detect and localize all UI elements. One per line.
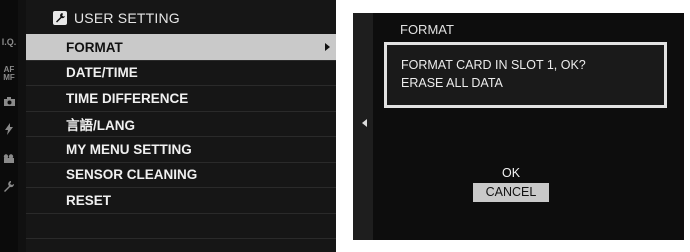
chevron-right-icon (325, 43, 330, 52)
format-dialog-screen: FORMAT FORMAT CARD IN SLOT 1, OK? ERASE … (353, 13, 684, 240)
menu-item-time-difference[interactable]: TIME DIFFERENCE (26, 85, 336, 111)
menu-item-format[interactable]: FORMAT (26, 34, 336, 60)
image-quality-tab-label: I.Q. (1, 37, 17, 47)
menu-item-my-menu-setting[interactable]: MY MENU SETTING (26, 136, 336, 162)
dialog-title: FORMAT (400, 22, 454, 37)
menu-item-label: TIME DIFFERENCE (66, 90, 189, 106)
menu-item-date-time[interactable]: DATE/TIME (26, 59, 336, 86)
ok-button[interactable]: OK (473, 164, 549, 183)
user-setting-icon (53, 11, 67, 25)
warning-text: ERASE ALL DATA (401, 76, 503, 90)
menu-empty-row (26, 212, 336, 239)
mf-tab-label: MF (3, 73, 15, 82)
menu-item-label: DATE/TIME (66, 65, 138, 81)
af-mf-tab[interactable]: AF MF (0, 66, 18, 82)
setup-menu-screen: I.Q. AF MF USER SETTING FORMAT DATE/TIME… (0, 0, 336, 252)
cancel-button[interactable]: CANCEL (473, 183, 549, 202)
menu-header: USER SETTING (26, 7, 326, 29)
back-arrow-icon[interactable] (362, 119, 367, 127)
menu-item-label: MY MENU SETTING (66, 141, 192, 157)
movie-icon[interactable] (0, 154, 18, 163)
confirmation-message-box: FORMAT CARD IN SLOT 1, OK? ERASE ALL DAT… (384, 42, 667, 108)
menu-tab-strip: I.Q. AF MF (0, 0, 18, 252)
menu-empty-row (26, 238, 336, 252)
menu-item-reset[interactable]: RESET (26, 187, 336, 213)
menu-item-label: 言語/LANG (66, 117, 135, 133)
menu-title: USER SETTING (74, 10, 180, 26)
flash-icon[interactable] (0, 123, 18, 135)
menu-item-language[interactable]: 言語/LANG (26, 110, 336, 137)
wrench-icon[interactable] (0, 181, 18, 192)
image-quality-tab[interactable]: I.Q. (0, 38, 18, 47)
camera-icon[interactable] (0, 97, 18, 106)
menu-item-label: SENSOR CLEANING (66, 167, 198, 183)
confirmation-question: FORMAT CARD IN SLOT 1, OK? (401, 58, 586, 72)
menu-item-sensor-cleaning[interactable]: SENSOR CLEANING (26, 161, 336, 188)
menu-item-label: FORMAT (66, 39, 123, 55)
menu-item-label: RESET (66, 192, 112, 208)
menu-list: FORMAT DATE/TIME TIME DIFFERENCE 言語/LANG… (26, 34, 336, 252)
